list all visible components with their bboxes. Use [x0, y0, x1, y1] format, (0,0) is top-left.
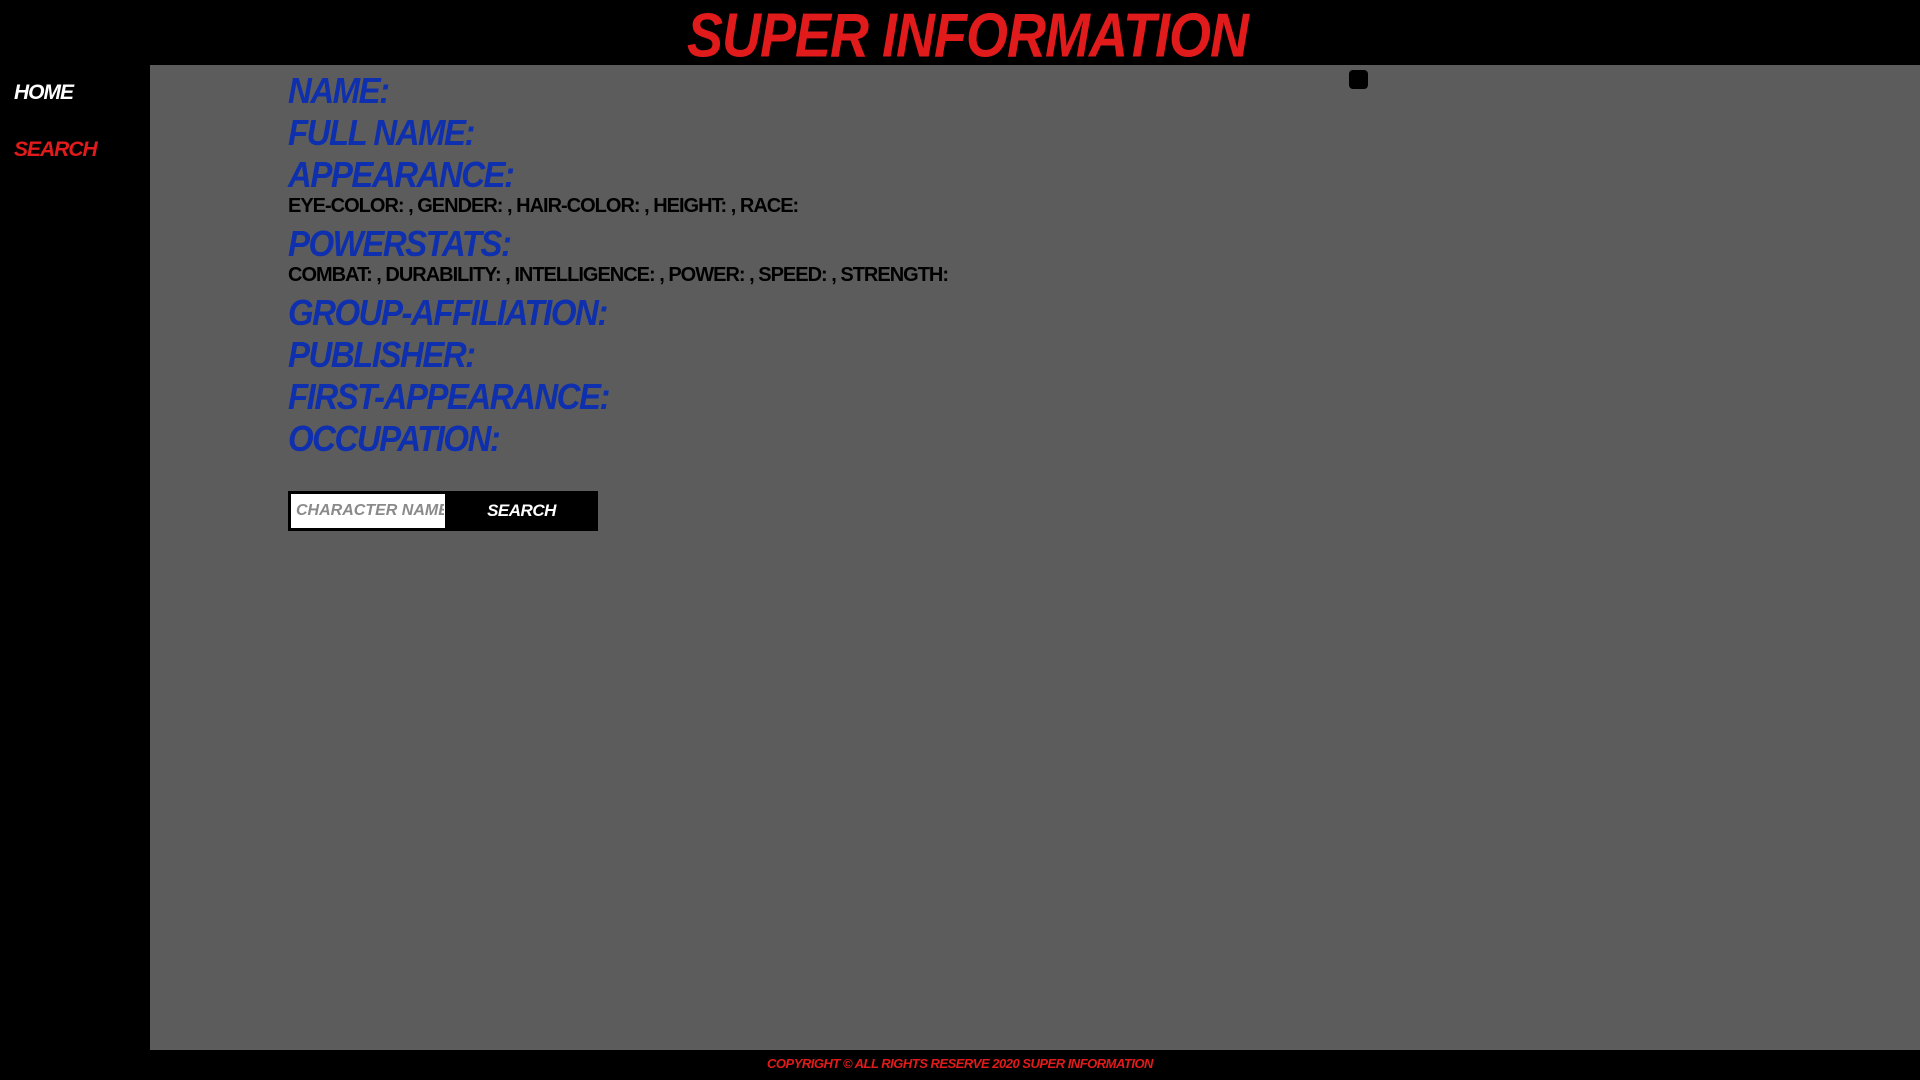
footer: Copyright © All rights reserve 2020 Supe… — [0, 1050, 1920, 1080]
first-appearance-label: First-Appearance: — [288, 376, 611, 417]
header: Super Information — [0, 0, 1920, 70]
appearance-label: Appearance: — [288, 154, 515, 195]
nav-item-search[interactable]: Search — [14, 138, 98, 162]
powerstats-values: combat: , durability: , intelligence: , … — [288, 264, 949, 286]
sidebar-nav: Home Search — [0, 65, 150, 1050]
occupation-label: Occupation: — [288, 418, 501, 459]
main-content-panel: Name: Full Name: Appearance: eye-color: … — [150, 65, 1920, 1050]
character-name-input[interactable] — [288, 491, 452, 531]
full-name-label: Full Name: — [288, 112, 476, 153]
site-title: Super Information — [687, 1, 1249, 71]
stop-icon — [1349, 70, 1368, 89]
nav-item-home[interactable]: Home — [14, 81, 74, 105]
powerstats-label: Powerstats: — [288, 223, 512, 264]
publisher-label: Publisher: — [288, 334, 476, 375]
footer-copyright: Copyright © All rights reserve 2020 Supe… — [767, 1056, 1153, 1071]
name-label: Name: — [288, 70, 390, 111]
appearance-values: eye-color: , gender: , hair-color: , hei… — [288, 195, 799, 217]
group-affiliation-label: Group-Affiliation: — [288, 292, 608, 333]
search-button[interactable]: Search — [445, 491, 598, 531]
